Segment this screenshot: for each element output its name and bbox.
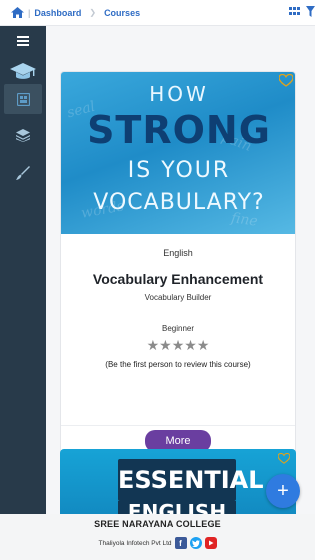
layers-icon xyxy=(16,128,30,142)
home-icon[interactable] xyxy=(10,7,24,19)
thumbnail-text-line: STRONG xyxy=(87,108,271,152)
chevron-right-icon: ❯ xyxy=(89,8,97,17)
heart-icon[interactable] xyxy=(277,451,291,464)
facebook-icon[interactable]: f xyxy=(174,537,187,549)
course-thumbnail[interactable]: seal pain words fine HOW STRONG IS YOUR … xyxy=(61,72,295,234)
course-card: seal pain words fine HOW STRONG IS YOUR … xyxy=(60,71,296,458)
dashboard-icon xyxy=(16,92,30,106)
footer: SREE NARAYANA COLLEGE Thaliyola Infotech… xyxy=(0,514,315,560)
footer-company-row: Thaliyola Infotech Pvt Ltd f xyxy=(0,537,315,549)
course-card[interactable]: ESSENTIAL ENGLISH xyxy=(60,449,296,514)
sidebar-item-dashboard[interactable] xyxy=(4,84,42,114)
course-language: English xyxy=(163,248,193,258)
menu-toggle-button[interactable] xyxy=(4,26,42,56)
course-list: seal pain words fine HOW STRONG IS YOUR … xyxy=(46,26,315,514)
filter-icon[interactable] xyxy=(306,6,315,19)
hamburger-icon xyxy=(17,36,29,46)
twitter-icon[interactable] xyxy=(189,537,202,549)
rating-stars: ★★★★★ xyxy=(146,337,210,353)
heart-icon[interactable] xyxy=(278,73,294,88)
graduation-cap-icon xyxy=(10,63,36,79)
sidebar-item-courses[interactable] xyxy=(4,56,42,86)
course-title[interactable]: Vocabulary Enhancement xyxy=(61,271,295,287)
paintbrush-icon xyxy=(16,166,30,180)
add-button[interactable]: + xyxy=(266,474,300,508)
sidebar-item-layers[interactable] xyxy=(4,120,42,150)
sidebar-item-brush[interactable] xyxy=(4,158,42,188)
thumbnail-text-line: ESSENTIAL xyxy=(118,459,264,501)
thumbnail-text-line: ENGLISH xyxy=(118,501,236,514)
thumbnail-text-line: VOCABULARY? xyxy=(93,190,265,215)
breadcrumb-dashboard[interactable]: Dashboard xyxy=(34,8,81,18)
course-details: English Vocabulary Enhancement Vocabular… xyxy=(61,248,295,369)
grid-view-icon[interactable] xyxy=(289,7,300,18)
thumbnail-text-line: IS YOUR xyxy=(127,158,231,183)
breadcrumb-bar: | Dashboard ❯ Courses xyxy=(0,0,315,26)
course-subtitle: Vocabulary Builder xyxy=(144,293,212,302)
breadcrumb-separator: | xyxy=(28,7,31,18)
breadcrumb-courses[interactable]: Courses xyxy=(104,8,140,18)
review-note: (Be the first person to review this cour… xyxy=(105,360,251,369)
college-name: SREE NARAYANA COLLEGE xyxy=(94,519,221,529)
thumbnail-text-line: HOW xyxy=(149,82,209,106)
sidebar xyxy=(0,26,46,514)
view-controls xyxy=(289,6,315,19)
youtube-icon[interactable] xyxy=(204,537,217,549)
course-level: Beginner xyxy=(161,324,195,333)
company-name: Thaliyola Infotech Pvt Ltd xyxy=(98,539,172,547)
